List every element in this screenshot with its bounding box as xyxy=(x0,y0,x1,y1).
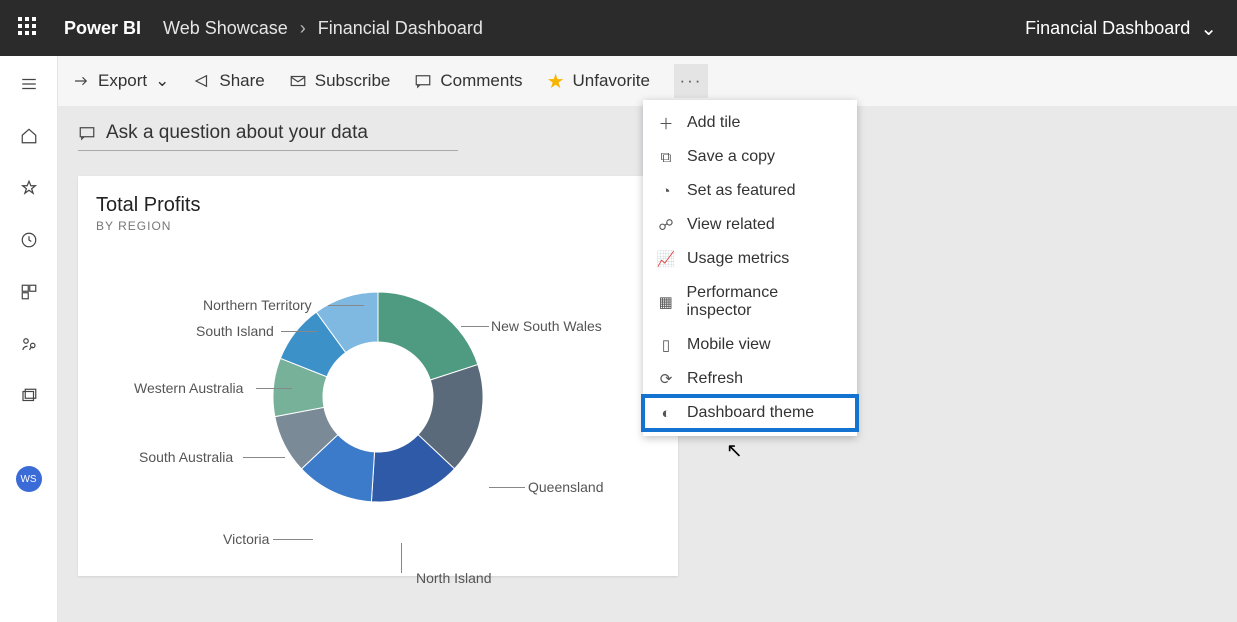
unfavorite-label: Unfavorite xyxy=(573,71,650,91)
chart-label-wa: Western Australia xyxy=(134,380,243,396)
chart-label-nt: Northern Territory xyxy=(203,297,312,313)
menu-label: Refresh xyxy=(687,370,743,388)
menu-label: Save a copy xyxy=(687,148,775,166)
mobile-icon: ▯ xyxy=(657,336,675,354)
menu-mobile-view[interactable]: ▯ Mobile view xyxy=(643,328,857,362)
export-button[interactable]: Export ⌄ xyxy=(72,71,169,91)
theme-icon: ◐ xyxy=(657,404,675,422)
header-right[interactable]: Financial Dashboard ⌄ xyxy=(1025,16,1217,41)
home-icon[interactable] xyxy=(17,124,41,148)
menu-label: Add tile xyxy=(687,114,740,132)
left-nav: WS xyxy=(0,56,58,622)
menu-label: Usage metrics xyxy=(687,250,789,268)
menu-view-related[interactable]: ☍ View related xyxy=(643,208,857,242)
more-menu: ＋ Add tile ⧉ Save a copy ◔ Set as featur… xyxy=(643,100,857,436)
chart-label-sa: South Australia xyxy=(139,449,233,465)
chart-label-qld: Queensland xyxy=(528,479,604,495)
chart-label-si: South Island xyxy=(196,323,274,339)
chart-label-vic: Victoria xyxy=(223,531,269,547)
more-button[interactable]: ··· xyxy=(674,64,708,98)
comments-button[interactable]: Comments xyxy=(414,71,522,91)
workspaces-icon[interactable] xyxy=(17,384,41,408)
qna-input[interactable]: Ask a question about your data xyxy=(78,122,458,151)
donut-svg xyxy=(263,282,493,512)
share-button[interactable]: Share xyxy=(193,71,264,91)
menu-set-featured[interactable]: ◔ Set as featured xyxy=(643,174,857,208)
star-filled-icon: ★ xyxy=(547,69,565,94)
menu-usage-metrics[interactable]: 📈 Usage metrics xyxy=(643,242,857,276)
menu-add-tile[interactable]: ＋ Add tile xyxy=(643,106,857,140)
unfavorite-button[interactable]: ★ Unfavorite xyxy=(547,69,650,94)
action-toolbar: Export ⌄ Share Subscribe Comments ★ Unfa… xyxy=(58,56,1237,106)
menu-refresh[interactable]: ⟳ Refresh xyxy=(643,362,857,396)
menu-performance[interactable]: ▦ Performance inspector xyxy=(643,276,857,328)
recent-icon[interactable] xyxy=(17,228,41,252)
menu-label: Performance inspector xyxy=(687,284,844,320)
tile-subtitle: BY REGION xyxy=(96,219,660,233)
chart-label-nsw: New South Wales xyxy=(491,318,602,334)
chevron-down-icon[interactable]: ⌄ xyxy=(1200,16,1217,41)
star-icon[interactable] xyxy=(17,176,41,200)
menu-save-copy[interactable]: ⧉ Save a copy xyxy=(643,140,857,174)
top-header: Power BI Web Showcase › Financial Dashbo… xyxy=(0,0,1237,56)
refresh-icon: ⟳ xyxy=(657,370,675,388)
apps-icon[interactable] xyxy=(17,280,41,304)
subscribe-label: Subscribe xyxy=(315,71,391,91)
shared-icon[interactable] xyxy=(17,332,41,356)
inspector-icon: ▦ xyxy=(657,293,675,311)
menu-label: Dashboard theme xyxy=(687,404,814,422)
brand-label: Power BI xyxy=(64,18,141,39)
chevron-right-icon: › xyxy=(300,18,306,39)
plus-icon: ＋ xyxy=(657,114,675,132)
comments-label: Comments xyxy=(440,71,522,91)
subscribe-button[interactable]: Subscribe xyxy=(289,71,391,91)
featured-icon: ◔ xyxy=(657,182,675,200)
breadcrumb-workspace[interactable]: Web Showcase xyxy=(163,18,288,39)
related-icon: ☍ xyxy=(657,216,675,234)
donut-slice[interactable] xyxy=(378,292,478,380)
donut-chart: New South Wales Queensland North Island … xyxy=(96,233,660,560)
menu-label: Set as featured xyxy=(687,182,796,200)
menu-label: View related xyxy=(687,216,775,234)
menu-dashboard-theme[interactable]: ◐ Dashboard theme xyxy=(643,396,857,430)
avatar[interactable]: WS xyxy=(16,466,42,492)
export-label: Export xyxy=(98,71,147,91)
header-title: Financial Dashboard xyxy=(1025,18,1190,39)
tile-total-profits[interactable]: Total Profits BY REGION New South Wales … xyxy=(78,176,678,576)
app-launcher-icon[interactable] xyxy=(18,17,40,39)
share-label: Share xyxy=(219,71,264,91)
menu-label: Mobile view xyxy=(687,336,771,354)
metrics-icon: 📈 xyxy=(657,250,675,268)
hamburger-icon[interactable] xyxy=(17,72,41,96)
chart-label-ni: North Island xyxy=(416,570,491,586)
chevron-down-icon: ⌄ xyxy=(155,71,169,91)
qna-placeholder: Ask a question about your data xyxy=(106,122,368,144)
breadcrumb-current: Financial Dashboard xyxy=(318,18,483,39)
tile-title: Total Profits xyxy=(96,194,660,217)
copy-icon: ⧉ xyxy=(657,148,675,166)
